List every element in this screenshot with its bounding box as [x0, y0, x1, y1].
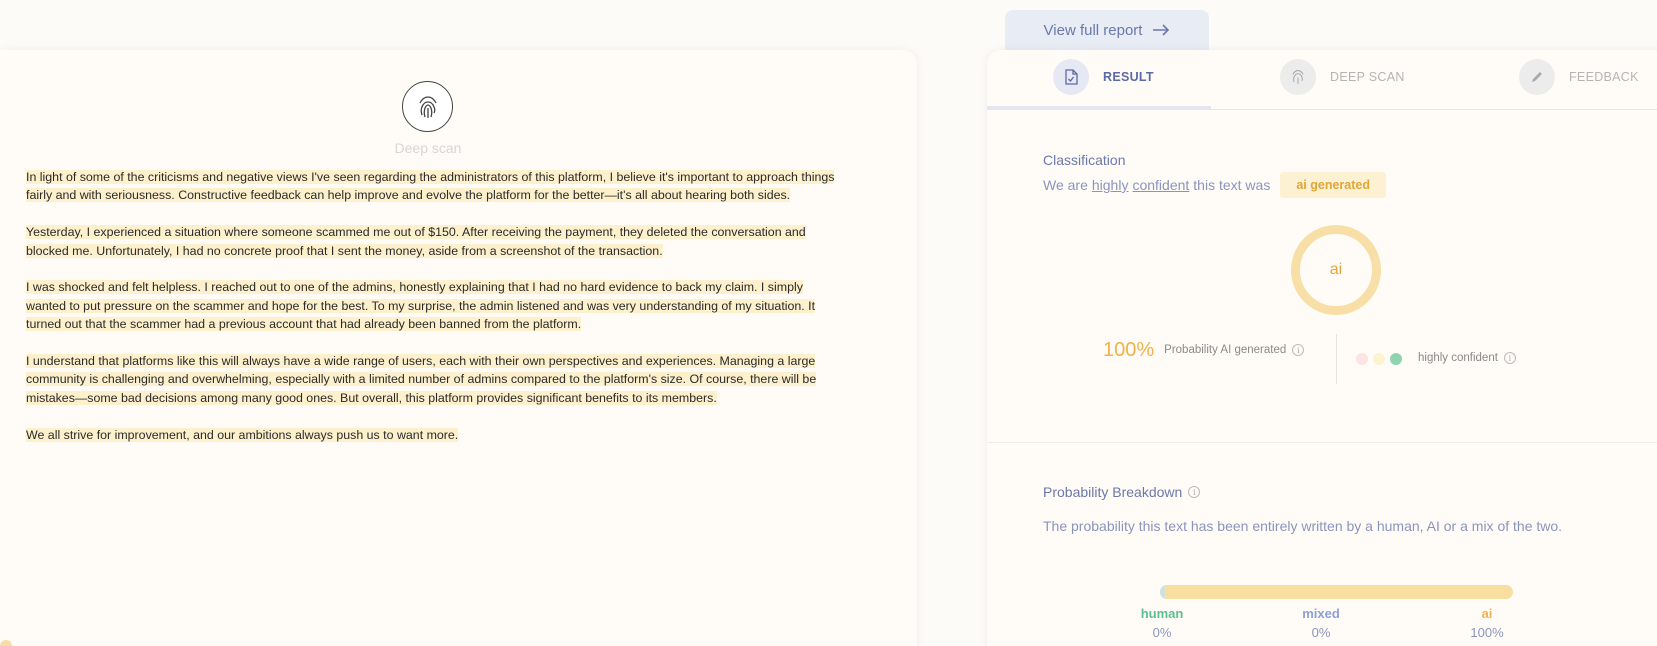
mixed-value: 0%: [1311, 625, 1331, 640]
text-paragraph: I was shocked and felt helpless. I reach…: [26, 280, 816, 332]
tab-result-label: RESULT: [1103, 70, 1154, 84]
probability-bar: [1160, 585, 1513, 599]
tab-deep-scan[interactable]: DEEP SCAN: [1280, 59, 1405, 95]
probability-breakdown-title: Probability Breakdown i: [1043, 484, 1201, 500]
analyzed-text: In light of some of the criticisms and n…: [26, 168, 846, 462]
active-tab-indicator: [987, 106, 1211, 110]
section-divider: [987, 442, 1657, 443]
deep-scan-label: Deep scan: [394, 140, 462, 156]
pencil-icon: [1519, 59, 1555, 95]
text-paragraph: In light of some of the criticisms and n…: [26, 170, 835, 203]
human-segment: [1160, 585, 1165, 599]
confidence-dot-high: [1390, 353, 1402, 365]
ai-value: 100%: [1470, 625, 1504, 640]
divider: [1336, 334, 1337, 384]
document-icon: [1053, 59, 1089, 95]
deep-scan-button[interactable]: [402, 81, 453, 132]
ai-label: ai: [1481, 606, 1493, 621]
view-full-report-label: View full report: [1043, 21, 1143, 39]
info-icon[interactable]: i: [1292, 344, 1305, 356]
probability-row: 100% Probability AI generated i: [1103, 335, 1305, 365]
tab-deep-scan-label: DEEP SCAN: [1330, 70, 1405, 84]
ai-probability-value: 100%: [1103, 338, 1155, 361]
tab-result[interactable]: RESULT: [1053, 59, 1154, 95]
tab-bar: RESULT DEEP SCAN FEEDBACK: [987, 50, 1657, 110]
info-icon[interactable]: i: [1188, 486, 1201, 498]
info-icon[interactable]: i: [1503, 352, 1516, 364]
ring-label: ai: [1329, 261, 1343, 278]
confidence-label: highly confident i: [1418, 352, 1516, 364]
highly-link[interactable]: highly: [1092, 177, 1129, 193]
classification-sentence: We are highly confident this text was ai…: [1043, 172, 1386, 198]
confidence-dot-low: [1356, 353, 1368, 365]
text-paragraph: I understand that platforms like this wi…: [26, 354, 817, 405]
tab-feedback[interactable]: FEEDBACK: [1519, 59, 1639, 95]
results-panel: RESULT DEEP SCAN FEEDBACK Classification…: [987, 50, 1657, 646]
probability-breakdown-description: The probability this text has been entir…: [1043, 518, 1563, 534]
fingerprint-icon: [1280, 59, 1316, 95]
text-panel: Deep scan In light of some of the critic…: [0, 50, 917, 646]
classification-badge: ai generated: [1280, 172, 1386, 198]
confident-link[interactable]: confident: [1132, 177, 1189, 193]
human-value: 0%: [1152, 625, 1172, 640]
corner-dot: [0, 640, 12, 646]
confidence-dots: [1356, 353, 1402, 365]
mixed-label: mixed: [1302, 606, 1340, 621]
classification-title: Classification: [1043, 152, 1126, 168]
confidence-dot-medium: [1373, 353, 1385, 365]
tab-feedback-label: FEEDBACK: [1569, 70, 1639, 84]
text-paragraph: We all strive for improvement, and our a…: [26, 427, 459, 442]
view-full-report-button[interactable]: View full report: [1005, 10, 1209, 50]
arrow-right-icon: [1153, 24, 1170, 36]
ai-probability-label: Probability AI generated: [1164, 344, 1287, 356]
fingerprint-icon: [418, 95, 437, 118]
text-paragraph: Yesterday, I experienced a situation whe…: [26, 225, 806, 258]
human-label: human: [1140, 606, 1184, 621]
ai-probability-ring: ai: [1291, 225, 1381, 315]
